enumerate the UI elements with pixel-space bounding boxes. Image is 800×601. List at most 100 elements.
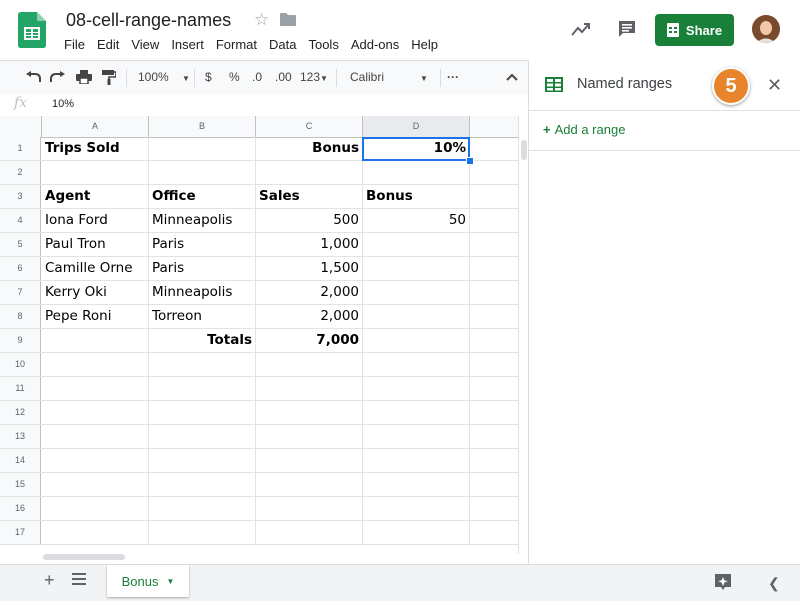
row-header[interactable]: 1: [0, 137, 41, 160]
cell-c16[interactable]: [256, 497, 363, 520]
cell-d3[interactable]: Bonus: [363, 185, 470, 208]
cell-d2[interactable]: [363, 161, 470, 184]
cell-b13[interactable]: [149, 425, 256, 448]
paint-format-icon[interactable]: [102, 70, 116, 85]
cell-d13[interactable]: [363, 425, 470, 448]
row-header[interactable]: 6: [0, 257, 41, 280]
cell-c15[interactable]: [256, 473, 363, 496]
row-header[interactable]: 17: [0, 521, 41, 544]
zoom-select[interactable]: 100% ▼: [138, 70, 190, 84]
sheets-logo-icon[interactable]: [18, 12, 46, 48]
horizontal-scrollbar[interactable]: [41, 552, 518, 562]
cell-a4[interactable]: Iona Ford: [42, 209, 149, 232]
cell-b7[interactable]: Minneapolis: [149, 281, 256, 304]
cell-a9[interactable]: [42, 329, 149, 352]
cell-c9[interactable]: 7,000: [256, 329, 363, 352]
cell-c11[interactable]: [256, 377, 363, 400]
row-header[interactable]: 5: [0, 233, 41, 256]
cell-b9[interactable]: Totals: [149, 329, 256, 352]
cell-a2[interactable]: [42, 161, 149, 184]
row-header[interactable]: 8: [0, 305, 41, 328]
menu-addons[interactable]: Add-ons: [345, 36, 405, 53]
formula-input[interactable]: 10%: [52, 98, 74, 110]
cell-a3[interactable]: Agent: [42, 185, 149, 208]
caret-down-icon[interactable]: ▼: [166, 577, 174, 586]
menu-insert[interactable]: Insert: [165, 36, 210, 53]
number-format-select[interactable]: 123▼: [300, 70, 328, 84]
cell-d17[interactable]: [363, 521, 470, 544]
cell-d10[interactable]: [363, 353, 470, 376]
row-header[interactable]: 3: [0, 185, 41, 208]
cell-b17[interactable]: [149, 521, 256, 544]
row-header[interactable]: 14: [0, 449, 41, 472]
column-header-d[interactable]: D: [363, 116, 470, 137]
cell-c12[interactable]: [256, 401, 363, 424]
print-icon[interactable]: [76, 70, 92, 84]
cell-a10[interactable]: [42, 353, 149, 376]
cell-b2[interactable]: [149, 161, 256, 184]
cell-d15[interactable]: [363, 473, 470, 496]
cell-b6[interactable]: Paris: [149, 257, 256, 280]
scrollbar-thumb[interactable]: [43, 554, 125, 560]
cell-a13[interactable]: [42, 425, 149, 448]
menu-view[interactable]: View: [125, 36, 165, 53]
trending-icon[interactable]: [570, 20, 592, 38]
cell-d11[interactable]: [363, 377, 470, 400]
comment-icon[interactable]: [617, 19, 637, 39]
row-header[interactable]: 9: [0, 329, 41, 352]
currency-format-button[interactable]: $: [205, 70, 212, 84]
cell-b10[interactable]: [149, 353, 256, 376]
sheet-tab-bonus[interactable]: Bonus ▼: [107, 565, 189, 597]
cell-a17[interactable]: [42, 521, 149, 544]
cell-b8[interactable]: Torreon: [149, 305, 256, 328]
cell-c10[interactable]: [256, 353, 363, 376]
close-icon[interactable]: ✕: [767, 75, 782, 96]
row-header[interactable]: 12: [0, 401, 41, 424]
column-header-a[interactable]: A: [42, 116, 149, 137]
menu-edit[interactable]: Edit: [91, 36, 125, 53]
add-sheet-button[interactable]: +: [44, 570, 55, 591]
cell-a12[interactable]: [42, 401, 149, 424]
cell-c7[interactable]: 2,000: [256, 281, 363, 304]
percent-format-button[interactable]: %: [229, 70, 240, 84]
redo-icon[interactable]: [50, 71, 66, 83]
row-header[interactable]: 13: [0, 425, 41, 448]
chevron-left-icon[interactable]: ❮: [768, 575, 780, 592]
star-icon[interactable]: ☆: [254, 10, 269, 30]
menu-file[interactable]: File: [58, 36, 91, 53]
cell-b5[interactable]: Paris: [149, 233, 256, 256]
all-sheets-icon[interactable]: [72, 573, 86, 585]
undo-icon[interactable]: [25, 71, 41, 83]
cell-b15[interactable]: [149, 473, 256, 496]
row-header[interactable]: 10: [0, 353, 41, 376]
chevron-up-icon[interactable]: [506, 73, 518, 81]
fill-handle[interactable]: [466, 157, 474, 165]
cell-a6[interactable]: Camille Orne: [42, 257, 149, 280]
cell-d8[interactable]: [363, 305, 470, 328]
cell-d9[interactable]: [363, 329, 470, 352]
increase-decimal-button[interactable]: .00: [275, 70, 292, 84]
font-select[interactable]: Calibri ▼: [350, 70, 428, 84]
cell-c4[interactable]: 500: [256, 209, 363, 232]
cell-a14[interactable]: [42, 449, 149, 472]
cell-c17[interactable]: [256, 521, 363, 544]
cell-d16[interactable]: [363, 497, 470, 520]
cell-c3[interactable]: Sales: [256, 185, 363, 208]
cell-b4[interactable]: Minneapolis: [149, 209, 256, 232]
cell-a1[interactable]: Trips Sold: [42, 137, 149, 160]
row-header[interactable]: 11: [0, 377, 41, 400]
cell-b11[interactable]: [149, 377, 256, 400]
cell-c8[interactable]: 2,000: [256, 305, 363, 328]
row-header[interactable]: 4: [0, 209, 41, 232]
menu-tools[interactable]: Tools: [302, 36, 344, 53]
cell-d12[interactable]: [363, 401, 470, 424]
cell-b3[interactable]: Office: [149, 185, 256, 208]
cell-c2[interactable]: [256, 161, 363, 184]
cell-a5[interactable]: Paul Tron: [42, 233, 149, 256]
cell-a16[interactable]: [42, 497, 149, 520]
cell-c1[interactable]: Bonus: [256, 137, 363, 160]
more-options-button[interactable]: ···: [447, 70, 459, 84]
column-header-c[interactable]: C: [256, 116, 363, 137]
cell-a11[interactable]: [42, 377, 149, 400]
cell-d6[interactable]: [363, 257, 470, 280]
